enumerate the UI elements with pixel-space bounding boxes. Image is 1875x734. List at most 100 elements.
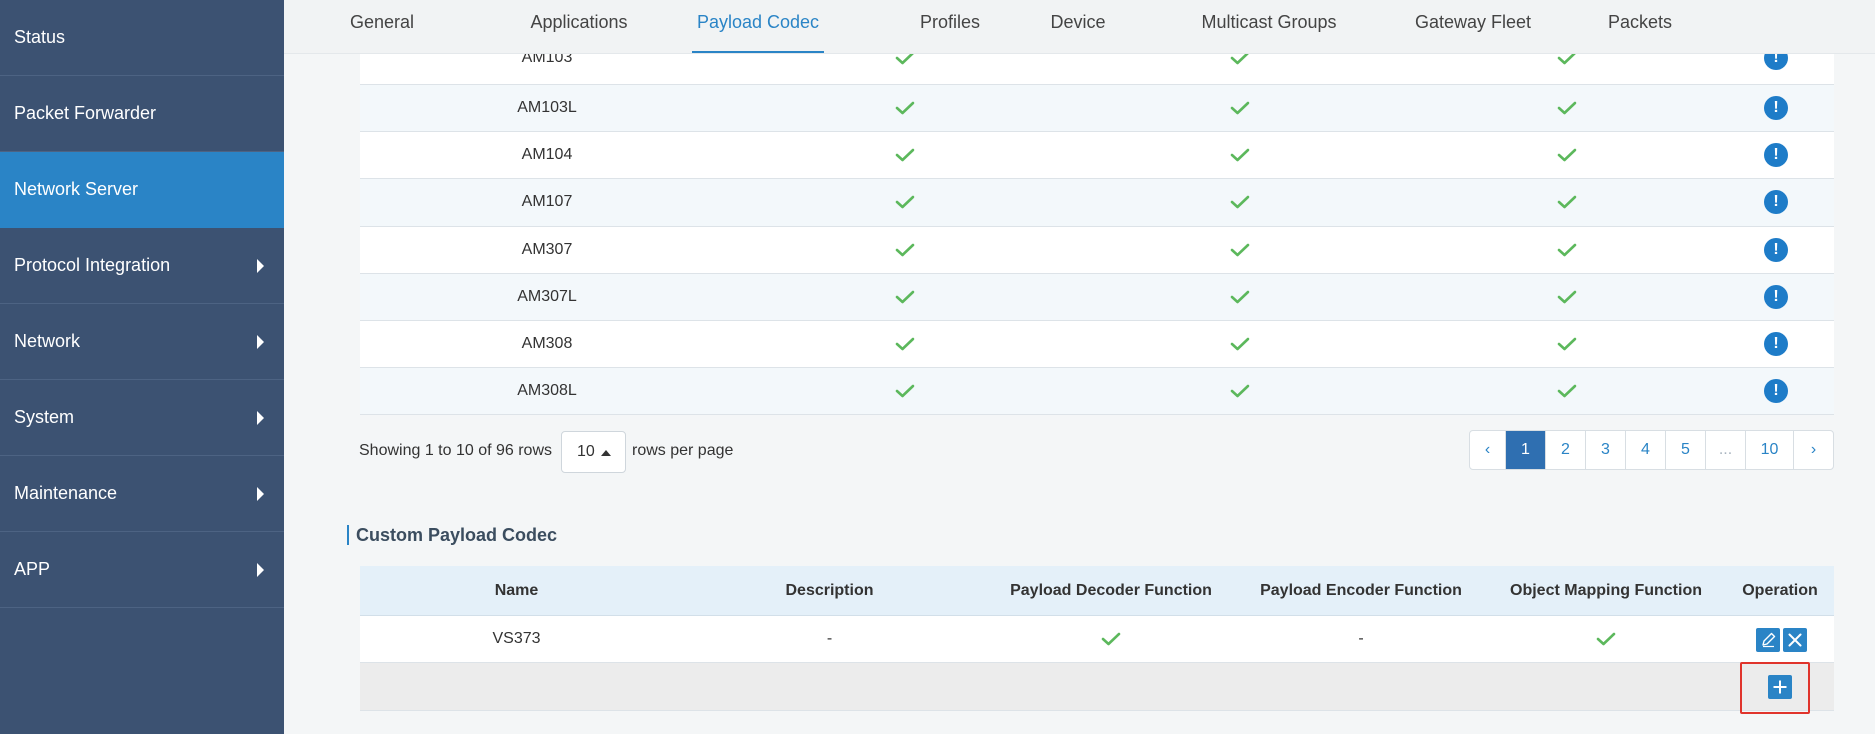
check-icon <box>1230 384 1250 398</box>
next-page-button[interactable]: › <box>1793 431 1833 469</box>
caret-right-icon <box>257 486 264 501</box>
check-icon <box>895 148 915 162</box>
page-ellipsis: ... <box>1705 431 1745 469</box>
check-icon <box>1230 148 1250 162</box>
device-model-name: AM104 <box>521 146 573 164</box>
column-header-encoder: Payload Encoder Function <box>1260 582 1462 599</box>
tab-multicast-groups[interactable]: Multicast Groups <box>1189 0 1349 54</box>
info-icon[interactable]: ! <box>1764 237 1788 262</box>
caret-right-icon <box>257 334 264 349</box>
codec-name: VS373 <box>492 630 541 647</box>
sidebar-item-packet-forwarder[interactable]: Packet Forwarder <box>0 76 284 152</box>
close-icon <box>1788 633 1802 647</box>
info-icon[interactable]: ! <box>1764 332 1788 357</box>
sidebar: Status Packet Forwarder Network Server P… <box>0 0 284 734</box>
codec-description: - <box>826 630 833 647</box>
check-icon <box>1230 101 1250 115</box>
tab-profiles[interactable]: Profiles <box>904 0 996 54</box>
sidebar-item-label: System <box>14 407 75 427</box>
check-icon <box>895 243 915 256</box>
device-model-name: AM107 <box>521 193 573 211</box>
rows-per-page-select[interactable]: 10 <box>561 431 626 473</box>
info-icon[interactable]: ! <box>1764 96 1788 121</box>
column-header-name: Name <box>494 582 539 599</box>
rows-per-page-label: rows per page <box>632 442 734 459</box>
sidebar-item-label: Maintenance <box>14 483 118 503</box>
tab-general[interactable]: General <box>350 0 414 54</box>
check-icon <box>1557 384 1577 398</box>
sidebar-item-label: Packet Forwarder <box>14 103 157 123</box>
sidebar-item-network[interactable]: Network <box>0 304 284 380</box>
caret-right-icon <box>257 410 264 425</box>
page-button-4[interactable]: 4 <box>1625 431 1665 469</box>
top-tab-bar: General Applications Payload Codec Profi… <box>284 0 1875 54</box>
table-row: AM307 ! <box>360 226 1834 274</box>
column-header-description: Description <box>785 582 874 599</box>
check-icon <box>1557 337 1577 351</box>
sidebar-item-status[interactable]: Status <box>0 0 284 76</box>
sidebar-item-protocol-integration[interactable]: Protocol Integration <box>0 228 284 304</box>
pagination: ‹ 1 2 3 4 5 ... 10 › <box>1469 430 1834 470</box>
sidebar-item-label: Network Server <box>14 179 139 199</box>
info-icon[interactable]: ! <box>1764 190 1788 215</box>
caret-up-icon <box>601 450 611 456</box>
check-icon <box>1230 243 1250 256</box>
rows-per-page-value: 10 <box>577 443 595 460</box>
tab-applications[interactable]: Applications <box>513 0 645 54</box>
check-icon <box>1557 101 1577 115</box>
check-icon <box>1230 337 1250 351</box>
check-icon <box>1557 290 1577 304</box>
device-model-name: AM308L <box>517 382 577 400</box>
column-header-operation: Operation <box>1742 582 1818 599</box>
check-icon <box>895 384 915 398</box>
table-row: AM307L ! <box>360 273 1834 321</box>
info-icon[interactable]: ! <box>1764 143 1788 168</box>
delete-button[interactable] <box>1783 628 1807 652</box>
caret-right-icon <box>257 258 264 273</box>
page-button-10[interactable]: 10 <box>1745 431 1793 469</box>
section-title: Custom Payload Codec <box>347 525 557 545</box>
sidebar-item-label: Status <box>14 27 66 47</box>
device-model-name: AM103L <box>517 99 577 117</box>
tab-packets[interactable]: Packets <box>1602 0 1678 54</box>
check-icon <box>1557 196 1577 209</box>
check-icon <box>1101 632 1121 646</box>
device-model-name: AM307 <box>521 240 573 258</box>
table-row: VS373 - - <box>360 616 1834 663</box>
tab-payload-codec[interactable]: Payload Codec <box>692 0 824 53</box>
sidebar-item-network-server[interactable]: Network Server <box>0 152 284 228</box>
codec-encoder: - <box>1358 630 1364 647</box>
page-button-2[interactable]: 2 <box>1545 431 1585 469</box>
highlight-box <box>1740 662 1810 714</box>
tab-device[interactable]: Device <box>1044 0 1112 54</box>
info-icon[interactable]: ! <box>1764 284 1788 309</box>
caret-right-icon <box>257 562 264 577</box>
check-icon <box>1230 196 1250 209</box>
info-icon[interactable]: ! <box>1764 379 1788 404</box>
table-row: AM308L ! <box>360 368 1834 416</box>
sidebar-item-maintenance[interactable]: Maintenance <box>0 456 284 532</box>
sidebar-item-label: Protocol Integration <box>14 255 171 275</box>
table-header: Name Description Payload Decoder Functio… <box>360 566 1834 616</box>
prev-page-button[interactable]: ‹ <box>1470 431 1505 469</box>
tab-gateway-fleet[interactable]: Gateway Fleet <box>1402 0 1544 54</box>
check-icon <box>895 290 915 304</box>
table-row: AM308 ! <box>360 320 1834 369</box>
sidebar-item-system[interactable]: System <box>0 380 284 456</box>
edit-button[interactable] <box>1756 628 1780 652</box>
device-model-name: AM307L <box>517 287 577 305</box>
page-button-5[interactable]: 5 <box>1665 431 1705 469</box>
sidebar-item-app[interactable]: APP <box>0 532 284 608</box>
add-row <box>360 663 1834 711</box>
table-row: AM107 ! <box>360 179 1834 227</box>
device-model-name: AM308 <box>521 335 573 353</box>
sidebar-item-label: APP <box>14 559 51 579</box>
check-icon <box>895 337 915 351</box>
check-icon <box>1230 290 1250 304</box>
table-row: AM104 ! <box>360 132 1834 180</box>
pencil-icon <box>1762 632 1776 648</box>
page-button-1[interactable]: 1 <box>1505 431 1545 469</box>
check-icon <box>895 101 915 115</box>
page-button-3[interactable]: 3 <box>1585 431 1625 469</box>
column-header-mapping: Object Mapping Function <box>1510 582 1702 599</box>
